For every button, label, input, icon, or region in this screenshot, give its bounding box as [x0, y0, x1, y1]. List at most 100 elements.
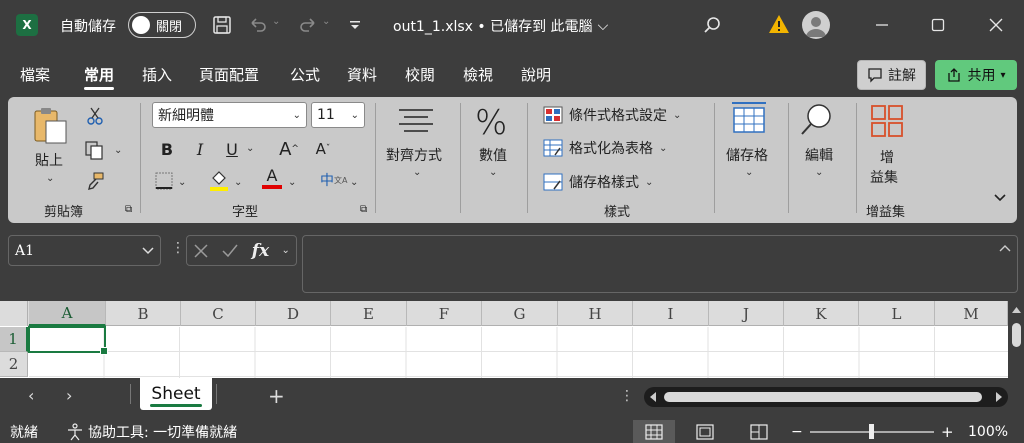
tab-view[interactable]: 檢視 [463, 64, 493, 90]
row-header-1[interactable]: 1 [0, 327, 28, 352]
editing-dropdown-icon[interactable]: ⌄ [815, 167, 823, 178]
column-header-d[interactable]: D [256, 301, 331, 326]
column-header-l[interactable]: L [859, 301, 935, 326]
insert-function-icon[interactable]: fx [252, 241, 269, 261]
editing-search-icon[interactable] [799, 102, 835, 138]
redo-dropdown-icon[interactable]: ⌄ [322, 16, 330, 27]
enter-icon[interactable] [221, 243, 239, 259]
formula-input[interactable] [302, 235, 1018, 293]
underline-button[interactable]: U [219, 137, 245, 161]
search-icon[interactable] [700, 13, 724, 37]
tab-page-layout[interactable]: 頁面配置 [199, 64, 259, 90]
tab-file[interactable]: 檔案 [20, 64, 50, 90]
column-header-h[interactable]: H [558, 301, 633, 326]
addins-icon[interactable] [870, 104, 904, 138]
phonetic-icon[interactable]: 中文A [320, 170, 347, 190]
chevron-down-icon[interactable]: ⌄ [281, 245, 289, 256]
addins-label-line1[interactable]: 增 [880, 147, 894, 167]
number-dropdown-icon[interactable]: ⌄ [489, 167, 497, 178]
borders-dropdown-icon[interactable]: ⌄ [178, 177, 186, 188]
document-title[interactable]: out1_1.xlsx • 已儲存到 此電腦 ⌵ [393, 14, 608, 38]
conditional-formatting-button[interactable]: 條件式格式設定 ⌄ [543, 105, 681, 125]
cancel-icon[interactable] [193, 243, 209, 259]
undo-icon[interactable] [246, 13, 270, 37]
shrink-font-button[interactable]: Aˇ [310, 137, 336, 161]
save-icon[interactable] [210, 13, 234, 37]
tab-insert[interactable]: 插入 [142, 64, 172, 90]
cut-icon[interactable] [86, 106, 104, 126]
font-color-icon[interactable]: A [262, 167, 282, 189]
copy-icon[interactable] [84, 140, 104, 160]
addins-label-line2[interactable]: 益集 [870, 167, 898, 187]
minimize-icon[interactable] [870, 13, 894, 37]
fill-color-icon[interactable] [208, 169, 230, 193]
undo-dropdown-icon[interactable]: ⌄ [272, 16, 280, 27]
borders-icon[interactable] [154, 171, 174, 191]
chevron-up-icon[interactable] [999, 244, 1011, 252]
warning-icon[interactable] [768, 14, 790, 34]
more-options-icon[interactable]: ⋮ [171, 240, 185, 256]
accessibility-status[interactable]: 協助工具: 一切準備就緒 [66, 422, 237, 442]
vertical-scroll-thumb[interactable] [1012, 323, 1021, 347]
phonetic-dropdown-icon[interactable]: ⌄ [350, 177, 358, 188]
horizontal-scroll-thumb[interactable] [664, 392, 982, 402]
tab-home[interactable]: 常用 [84, 64, 115, 90]
zoom-in-button[interactable]: + [941, 422, 954, 442]
collapse-ribbon-icon[interactable] [993, 193, 1007, 203]
clipboard-launcher-icon[interactable]: ⧉ [125, 204, 132, 215]
close-icon[interactable] [984, 13, 1008, 37]
previous-sheet-icon[interactable]: ‹ [28, 386, 34, 405]
paste-label[interactable]: 貼上 [35, 150, 63, 170]
more-sheets-icon[interactable]: ⋮ [620, 388, 634, 404]
paste-dropdown-icon[interactable]: ⌄ [46, 173, 54, 184]
font-launcher-icon[interactable]: ⧉ [360, 204, 367, 215]
zoom-out-button[interactable]: − [791, 422, 803, 442]
column-header-a[interactable]: A [29, 301, 106, 326]
italic-button[interactable]: I [187, 137, 213, 161]
grow-font-button[interactable]: A ^ [276, 137, 302, 161]
page-break-view-button[interactable] [750, 422, 768, 442]
column-header-k[interactable]: K [784, 301, 859, 326]
cell-area[interactable] [29, 327, 1008, 378]
tab-help[interactable]: 說明 [521, 64, 551, 90]
column-header-j[interactable]: J [709, 301, 784, 326]
tab-formulas[interactable]: 公式 [290, 64, 320, 90]
font-size-select[interactable]: 11 ⌄ [311, 102, 365, 128]
alignment-icon[interactable] [397, 107, 435, 135]
cell-styles-button[interactable]: 儲存格樣式 ⌄ [543, 172, 653, 192]
underline-dropdown-icon[interactable]: ⌄ [246, 143, 254, 154]
alignment-label[interactable]: 對齊方式 [386, 145, 442, 165]
redo-icon[interactable] [296, 13, 320, 37]
paste-icon[interactable] [32, 105, 72, 145]
number-format-label[interactable]: 數值 [479, 145, 507, 165]
share-button[interactable]: 共用 ▾ [935, 60, 1017, 90]
zoom-slider-thumb[interactable] [869, 424, 874, 439]
scroll-left-icon[interactable] [650, 392, 656, 402]
cells-label[interactable]: 儲存格 [726, 145, 768, 165]
font-color-dropdown-icon[interactable]: ⌄ [288, 177, 296, 188]
select-all-corner[interactable] [0, 301, 28, 326]
column-header-b[interactable]: B [106, 301, 181, 326]
page-layout-view-button[interactable] [696, 422, 714, 442]
cells-icon[interactable] [730, 101, 768, 135]
font-name-select[interactable]: 新細明體 ⌄ [152, 102, 307, 128]
fill-color-dropdown-icon[interactable]: ⌄ [234, 177, 242, 188]
cells-dropdown-icon[interactable]: ⌄ [745, 167, 753, 178]
editing-label[interactable]: 編輯 [805, 145, 833, 165]
column-header-c[interactable]: C [181, 301, 256, 326]
scroll-right-icon[interactable] [996, 392, 1002, 402]
tab-data[interactable]: 資料 [347, 64, 377, 90]
bold-button[interactable]: B [154, 137, 180, 161]
add-sheet-icon[interactable]: + [268, 384, 285, 408]
tab-review[interactable]: 校閱 [405, 64, 435, 90]
row-header-2[interactable]: 2 [0, 352, 28, 377]
active-cell-a1[interactable] [28, 326, 108, 355]
column-header-m[interactable]: M [935, 301, 1008, 326]
column-header-f[interactable]: F [407, 301, 482, 326]
column-header-i[interactable]: I [633, 301, 709, 326]
format-as-table-button[interactable]: 格式化為表格 ⌄ [543, 138, 667, 158]
scroll-up-icon[interactable] [1012, 307, 1021, 313]
autosave-toggle[interactable]: 關閉 [128, 12, 196, 38]
next-sheet-icon[interactable]: › [66, 386, 72, 405]
maximize-icon[interactable] [926, 13, 950, 37]
